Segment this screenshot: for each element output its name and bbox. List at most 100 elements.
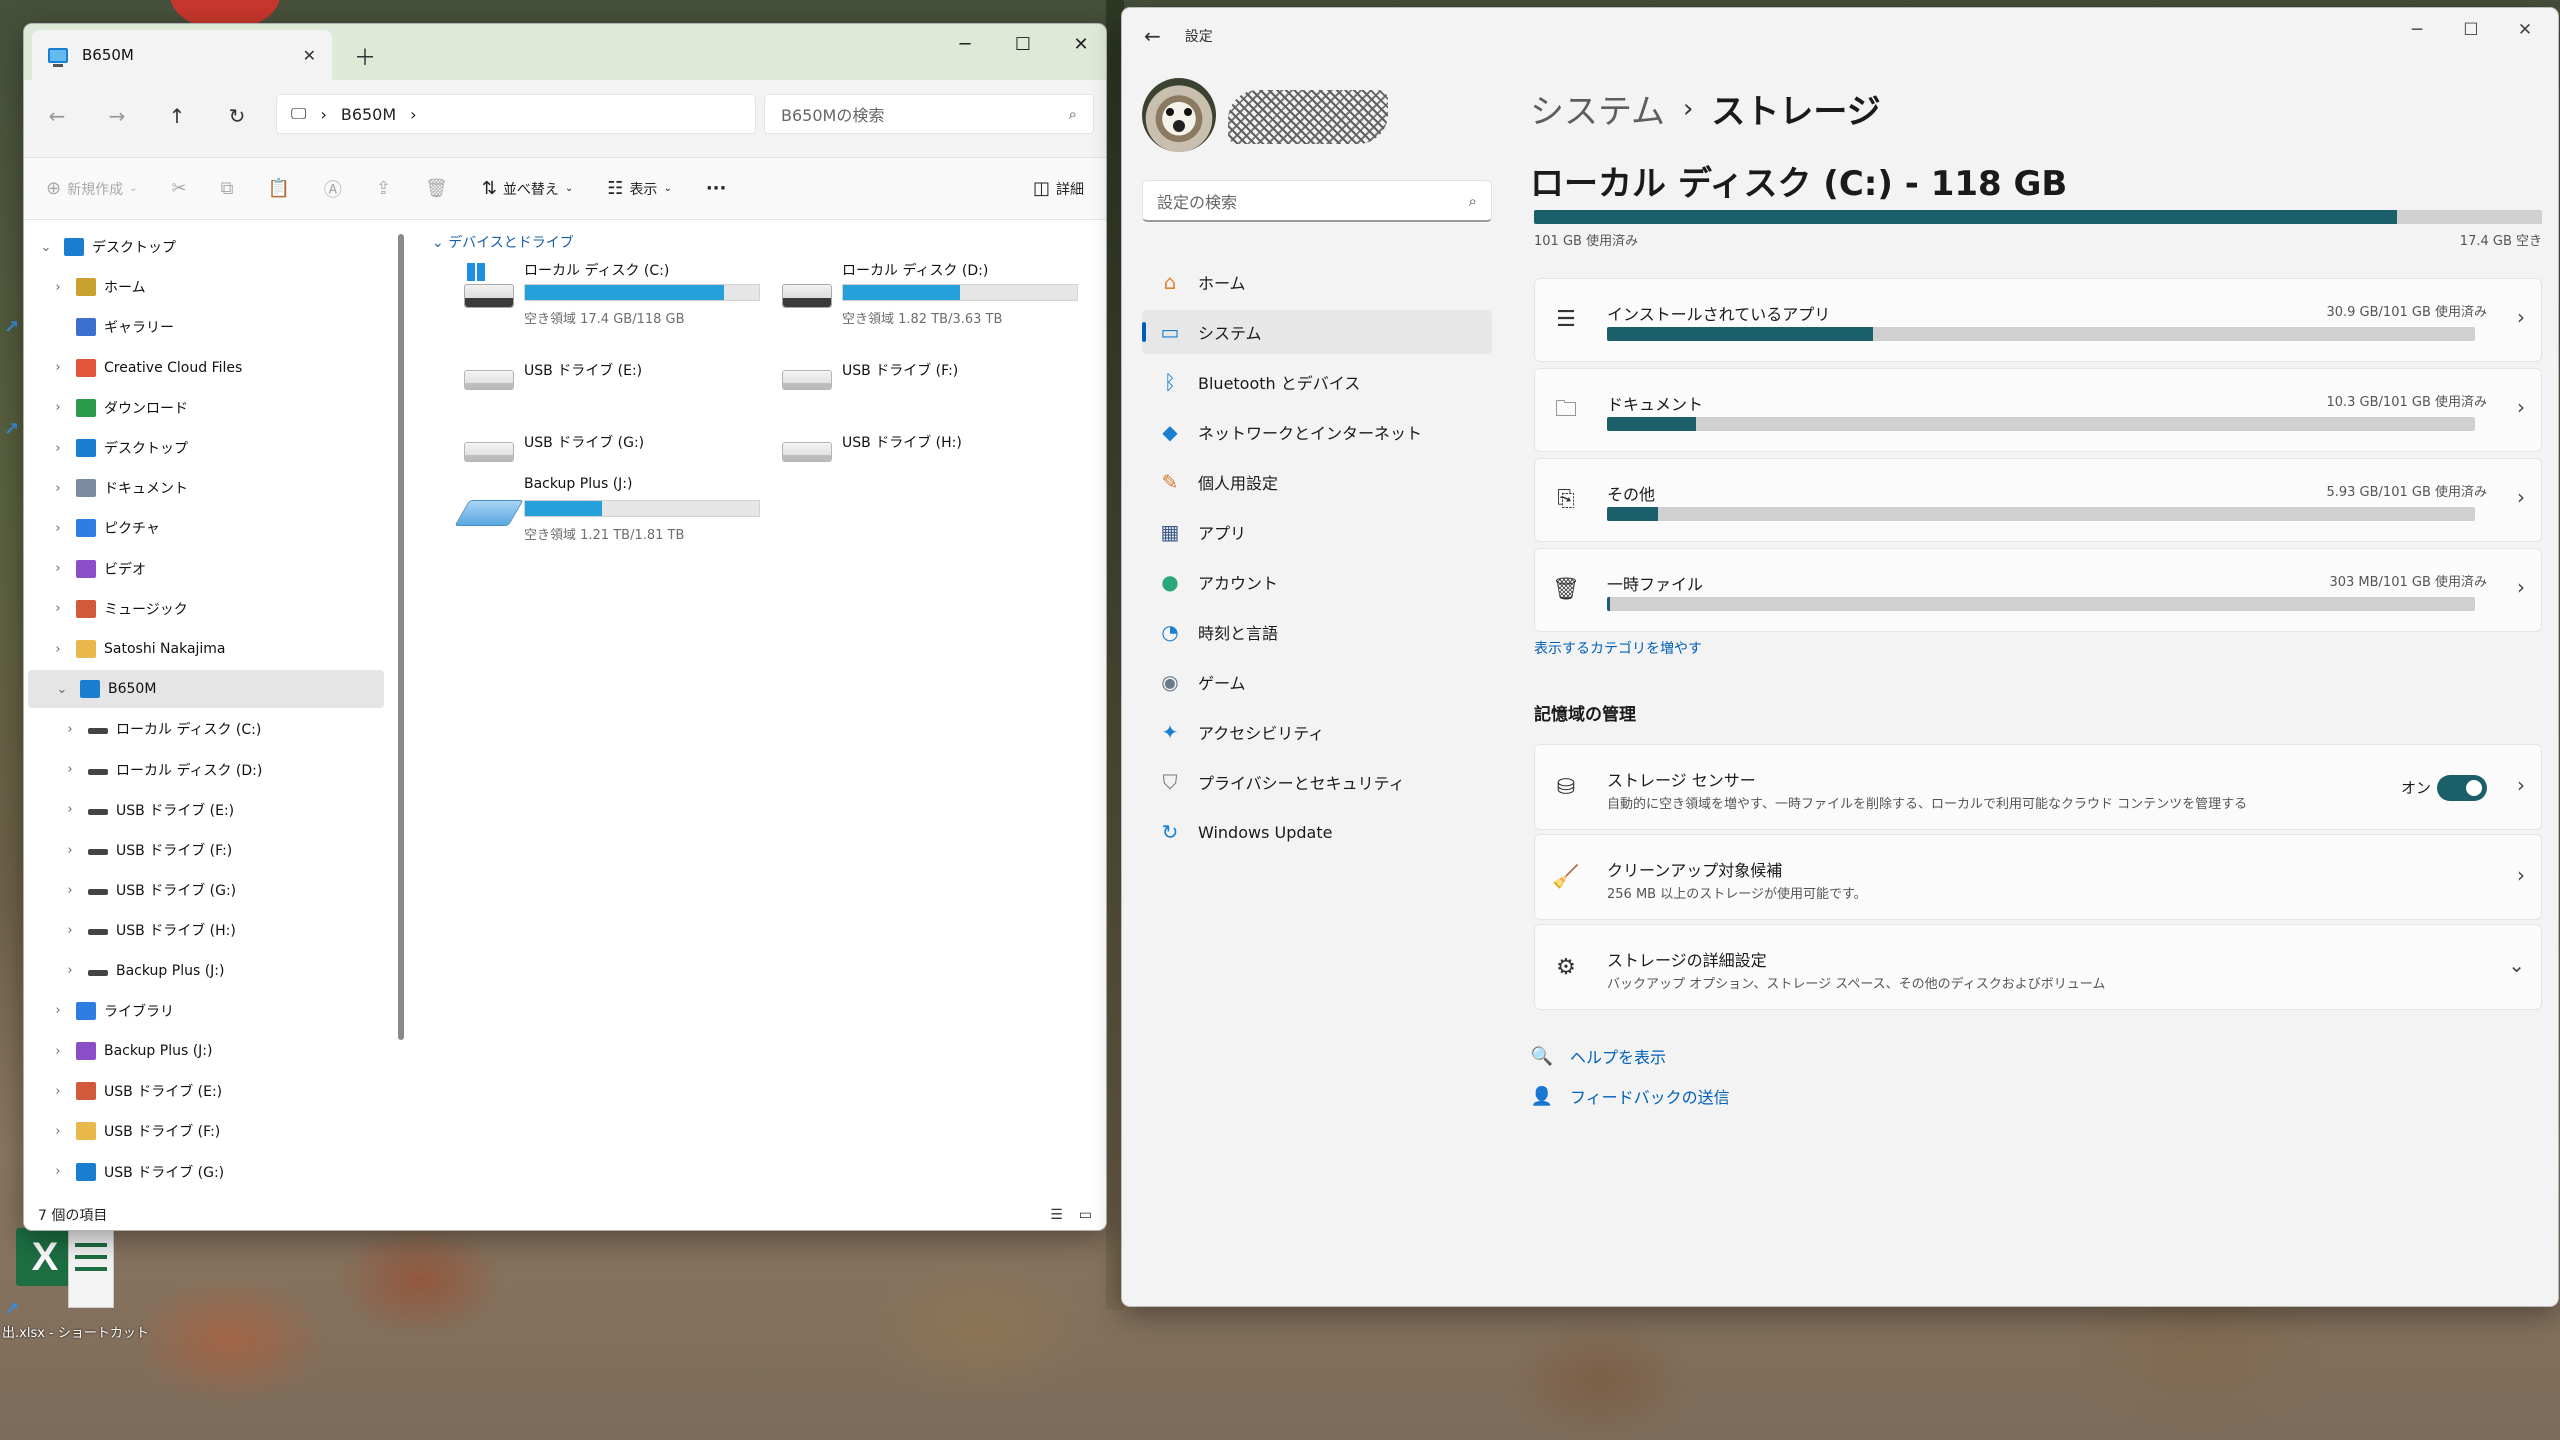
nav-item[interactable]: ◆ ネットワークとインターネット bbox=[1142, 410, 1492, 454]
nav-item[interactable]: ◔ 時刻と言語 bbox=[1142, 610, 1492, 654]
chevron-right-icon[interactable]: › bbox=[62, 923, 78, 938]
refresh-button[interactable]: ↻ bbox=[222, 104, 252, 128]
sidebar-item[interactable]: › ビデオ bbox=[24, 550, 384, 588]
close-window-button[interactable]: ✕ bbox=[2510, 20, 2540, 40]
group-header[interactable]: ⌄ デバイスとドライブ bbox=[432, 232, 574, 252]
nav-item[interactable]: ✦ アクセシビリティ bbox=[1142, 710, 1492, 754]
settings-search-input[interactable]: 設定の検索 ⌕ bbox=[1142, 180, 1492, 222]
sort-button[interactable]: ⇅ 並べ替え ⌄ bbox=[482, 178, 573, 199]
drive-tile[interactable]: ローカル ディスク (D:) 空き領域 1.82 TB/3.63 TB bbox=[778, 260, 1088, 330]
chevron-right-icon[interactable]: › bbox=[50, 561, 66, 576]
breadcrumb-separator-icon[interactable]: › bbox=[410, 105, 416, 124]
chevron-down-icon[interactable]: ⌄ bbox=[38, 240, 54, 255]
storage-sense-row[interactable]: ⛁ ストレージ センサー 自動的に空き領域を増やす、一時ファイルを削除する、ロー… bbox=[1534, 744, 2542, 830]
new-tab-button[interactable]: ＋ bbox=[354, 40, 376, 72]
back-button[interactable]: ← bbox=[42, 104, 72, 128]
storage-sense-toggle[interactable] bbox=[2437, 775, 2487, 801]
sidebar-item[interactable]: › ローカル ディスク (C:) bbox=[24, 710, 384, 748]
paste-button[interactable]: 📋 bbox=[267, 178, 289, 199]
sidebar-item[interactable]: ›ギャラリー bbox=[24, 308, 384, 346]
minimize-button[interactable]: ─ bbox=[2402, 20, 2432, 40]
nav-item[interactable]: ● アカウント bbox=[1142, 560, 1492, 604]
nav-item[interactable]: ▭ システム bbox=[1142, 310, 1492, 354]
sidebar-item[interactable]: › ピクチャ bbox=[24, 509, 384, 547]
details-view-icon[interactable]: ☰ bbox=[1050, 1207, 1063, 1223]
get-help-link[interactable]: 🔍 ヘルプを表示 bbox=[1530, 1044, 1666, 1068]
drive-tile[interactable]: USB ドライブ (H:) bbox=[778, 414, 1088, 484]
up-button[interactable]: ↑ bbox=[162, 104, 192, 128]
chevron-right-icon[interactable]: › bbox=[62, 762, 78, 777]
storage-category-row[interactable]: 🗑 一時ファイル 303 MB/101 GB 使用済み › bbox=[1534, 548, 2542, 632]
chevron-right-icon[interactable]: › bbox=[50, 521, 66, 536]
details-pane-button[interactable]: ◫ 詳細 bbox=[1033, 178, 1084, 199]
sidebar-item[interactable]: › Backup Plus (J:) bbox=[24, 1032, 384, 1070]
explorer-tab[interactable]: B650M ✕ bbox=[32, 30, 332, 80]
chevron-right-icon[interactable]: › bbox=[50, 642, 66, 657]
chevron-right-icon[interactable]: › bbox=[62, 722, 78, 737]
chevron-right-icon[interactable]: › bbox=[50, 441, 66, 456]
close-window-button[interactable]: ✕ bbox=[1066, 34, 1096, 55]
drive-tile[interactable]: USB ドライブ (G:) bbox=[460, 414, 770, 484]
sidebar-item[interactable]: › デスクトップ bbox=[24, 429, 384, 467]
give-feedback-link[interactable]: 👤 フィードバックの送信 bbox=[1530, 1084, 1730, 1108]
sidebar-item[interactable]: › USB ドライブ (G:) bbox=[24, 1153, 384, 1191]
sidebar-item[interactable]: › ライブラリ bbox=[24, 992, 384, 1030]
sidebar-item[interactable]: › Satoshi Nakajima bbox=[24, 630, 384, 668]
chevron-right-icon[interactable]: › bbox=[50, 1044, 66, 1059]
chevron-right-icon[interactable]: › bbox=[50, 400, 66, 415]
sidebar-item[interactable]: › ローカル ディスク (D:) bbox=[24, 751, 384, 789]
cut-button[interactable]: ✂ bbox=[171, 178, 186, 199]
chevron-right-icon[interactable]: › bbox=[50, 280, 66, 295]
sidebar-item[interactable]: › USB ドライブ (H:) bbox=[24, 911, 384, 949]
nav-item[interactable]: ↻ Windows Update bbox=[1142, 810, 1492, 854]
nav-item[interactable]: ◉ ゲーム bbox=[1142, 660, 1492, 704]
drive-tile[interactable]: USB ドライブ (E:) bbox=[460, 342, 770, 412]
address-bar[interactable]: 🖵 › B650M › bbox=[276, 94, 756, 134]
sidebar-item[interactable]: › USB ドライブ (F:) bbox=[24, 831, 384, 869]
drive-tile[interactable]: ローカル ディスク (C:) 空き領域 17.4 GB/118 GB bbox=[460, 260, 770, 330]
back-arrow-icon[interactable]: ← bbox=[1144, 24, 1161, 48]
sidebar-item[interactable]: › ダウンロード bbox=[24, 389, 384, 427]
sidebar-item[interactable]: › Creative Cloud Files bbox=[24, 349, 384, 387]
sidebar-item[interactable]: › USB ドライブ (E:) bbox=[24, 791, 384, 829]
storage-category-row[interactable]: ☰ インストールされているアプリ 30.9 GB/101 GB 使用済み › bbox=[1534, 278, 2542, 362]
sidebar-item[interactable]: › ドキュメント bbox=[24, 469, 384, 507]
view-button[interactable]: ☷ 表示 ⌄ bbox=[607, 178, 672, 199]
chevron-down-icon[interactable]: ⌄ bbox=[54, 682, 70, 697]
chevron-right-icon[interactable]: › bbox=[50, 601, 66, 616]
chevron-right-icon[interactable]: › bbox=[62, 963, 78, 978]
share-button[interactable]: ⇪ bbox=[376, 178, 391, 199]
nav-item[interactable]: ✎ 個人用設定 bbox=[1142, 460, 1492, 504]
explorer-search-input[interactable]: B650Mの検索 ⌕ bbox=[764, 94, 1094, 134]
breadcrumb-parent[interactable]: システム bbox=[1530, 84, 1665, 133]
chevron-right-icon[interactable]: › bbox=[50, 1124, 66, 1139]
chevron-right-icon[interactable]: › bbox=[62, 843, 78, 858]
maximize-button[interactable]: ☐ bbox=[2456, 20, 2486, 40]
storage-category-row[interactable]: 🗀 ドキュメント 10.3 GB/101 GB 使用済み › bbox=[1534, 368, 2542, 452]
chevron-right-icon[interactable]: › bbox=[50, 1003, 66, 1018]
maximize-button[interactable]: ☐ bbox=[1008, 34, 1038, 55]
chevron-right-icon[interactable]: › bbox=[50, 360, 66, 375]
tiles-view-icon[interactable]: ▭ bbox=[1079, 1207, 1092, 1223]
nav-item[interactable]: ⛉ プライバシーとセキュリティ bbox=[1142, 760, 1492, 804]
forward-button[interactable]: → bbox=[102, 104, 132, 128]
nav-item[interactable]: ▦ アプリ bbox=[1142, 510, 1492, 554]
minimize-button[interactable]: ─ bbox=[950, 34, 980, 55]
cleanup-recommendations-row[interactable]: 🧹 クリーンアップ対象候補 256 MB 以上のストレージが使用可能です。 › bbox=[1534, 834, 2542, 920]
sidebar-item[interactable]: › Backup Plus (J:) bbox=[24, 952, 384, 990]
new-button[interactable]: ⊕ 新規作成 ⌄ bbox=[46, 178, 137, 199]
desktop-excel-shortcut[interactable]: X bbox=[16, 1228, 116, 1310]
show-more-categories-link[interactable]: 表示するカテゴリを増やす bbox=[1534, 638, 1702, 658]
delete-button[interactable]: 🗑 bbox=[425, 178, 448, 199]
avatar[interactable] bbox=[1142, 78, 1216, 152]
drive-tile[interactable]: USB ドライブ (F:) bbox=[778, 342, 1088, 412]
more-options-button[interactable]: ··· bbox=[706, 178, 727, 199]
nav-item[interactable]: ⌂ ホーム bbox=[1142, 260, 1492, 304]
chevron-right-icon[interactable]: › bbox=[62, 802, 78, 817]
sidebar-item[interactable]: › USB ドライブ (G:) bbox=[24, 871, 384, 909]
address-segment[interactable]: B650M bbox=[341, 105, 396, 124]
chevron-right-icon[interactable]: › bbox=[50, 481, 66, 496]
rename-button[interactable]: Ⓐ bbox=[324, 176, 342, 202]
sidebar-item[interactable]: › ホーム bbox=[24, 268, 384, 306]
copy-button[interactable]: ⧉ bbox=[221, 178, 234, 199]
